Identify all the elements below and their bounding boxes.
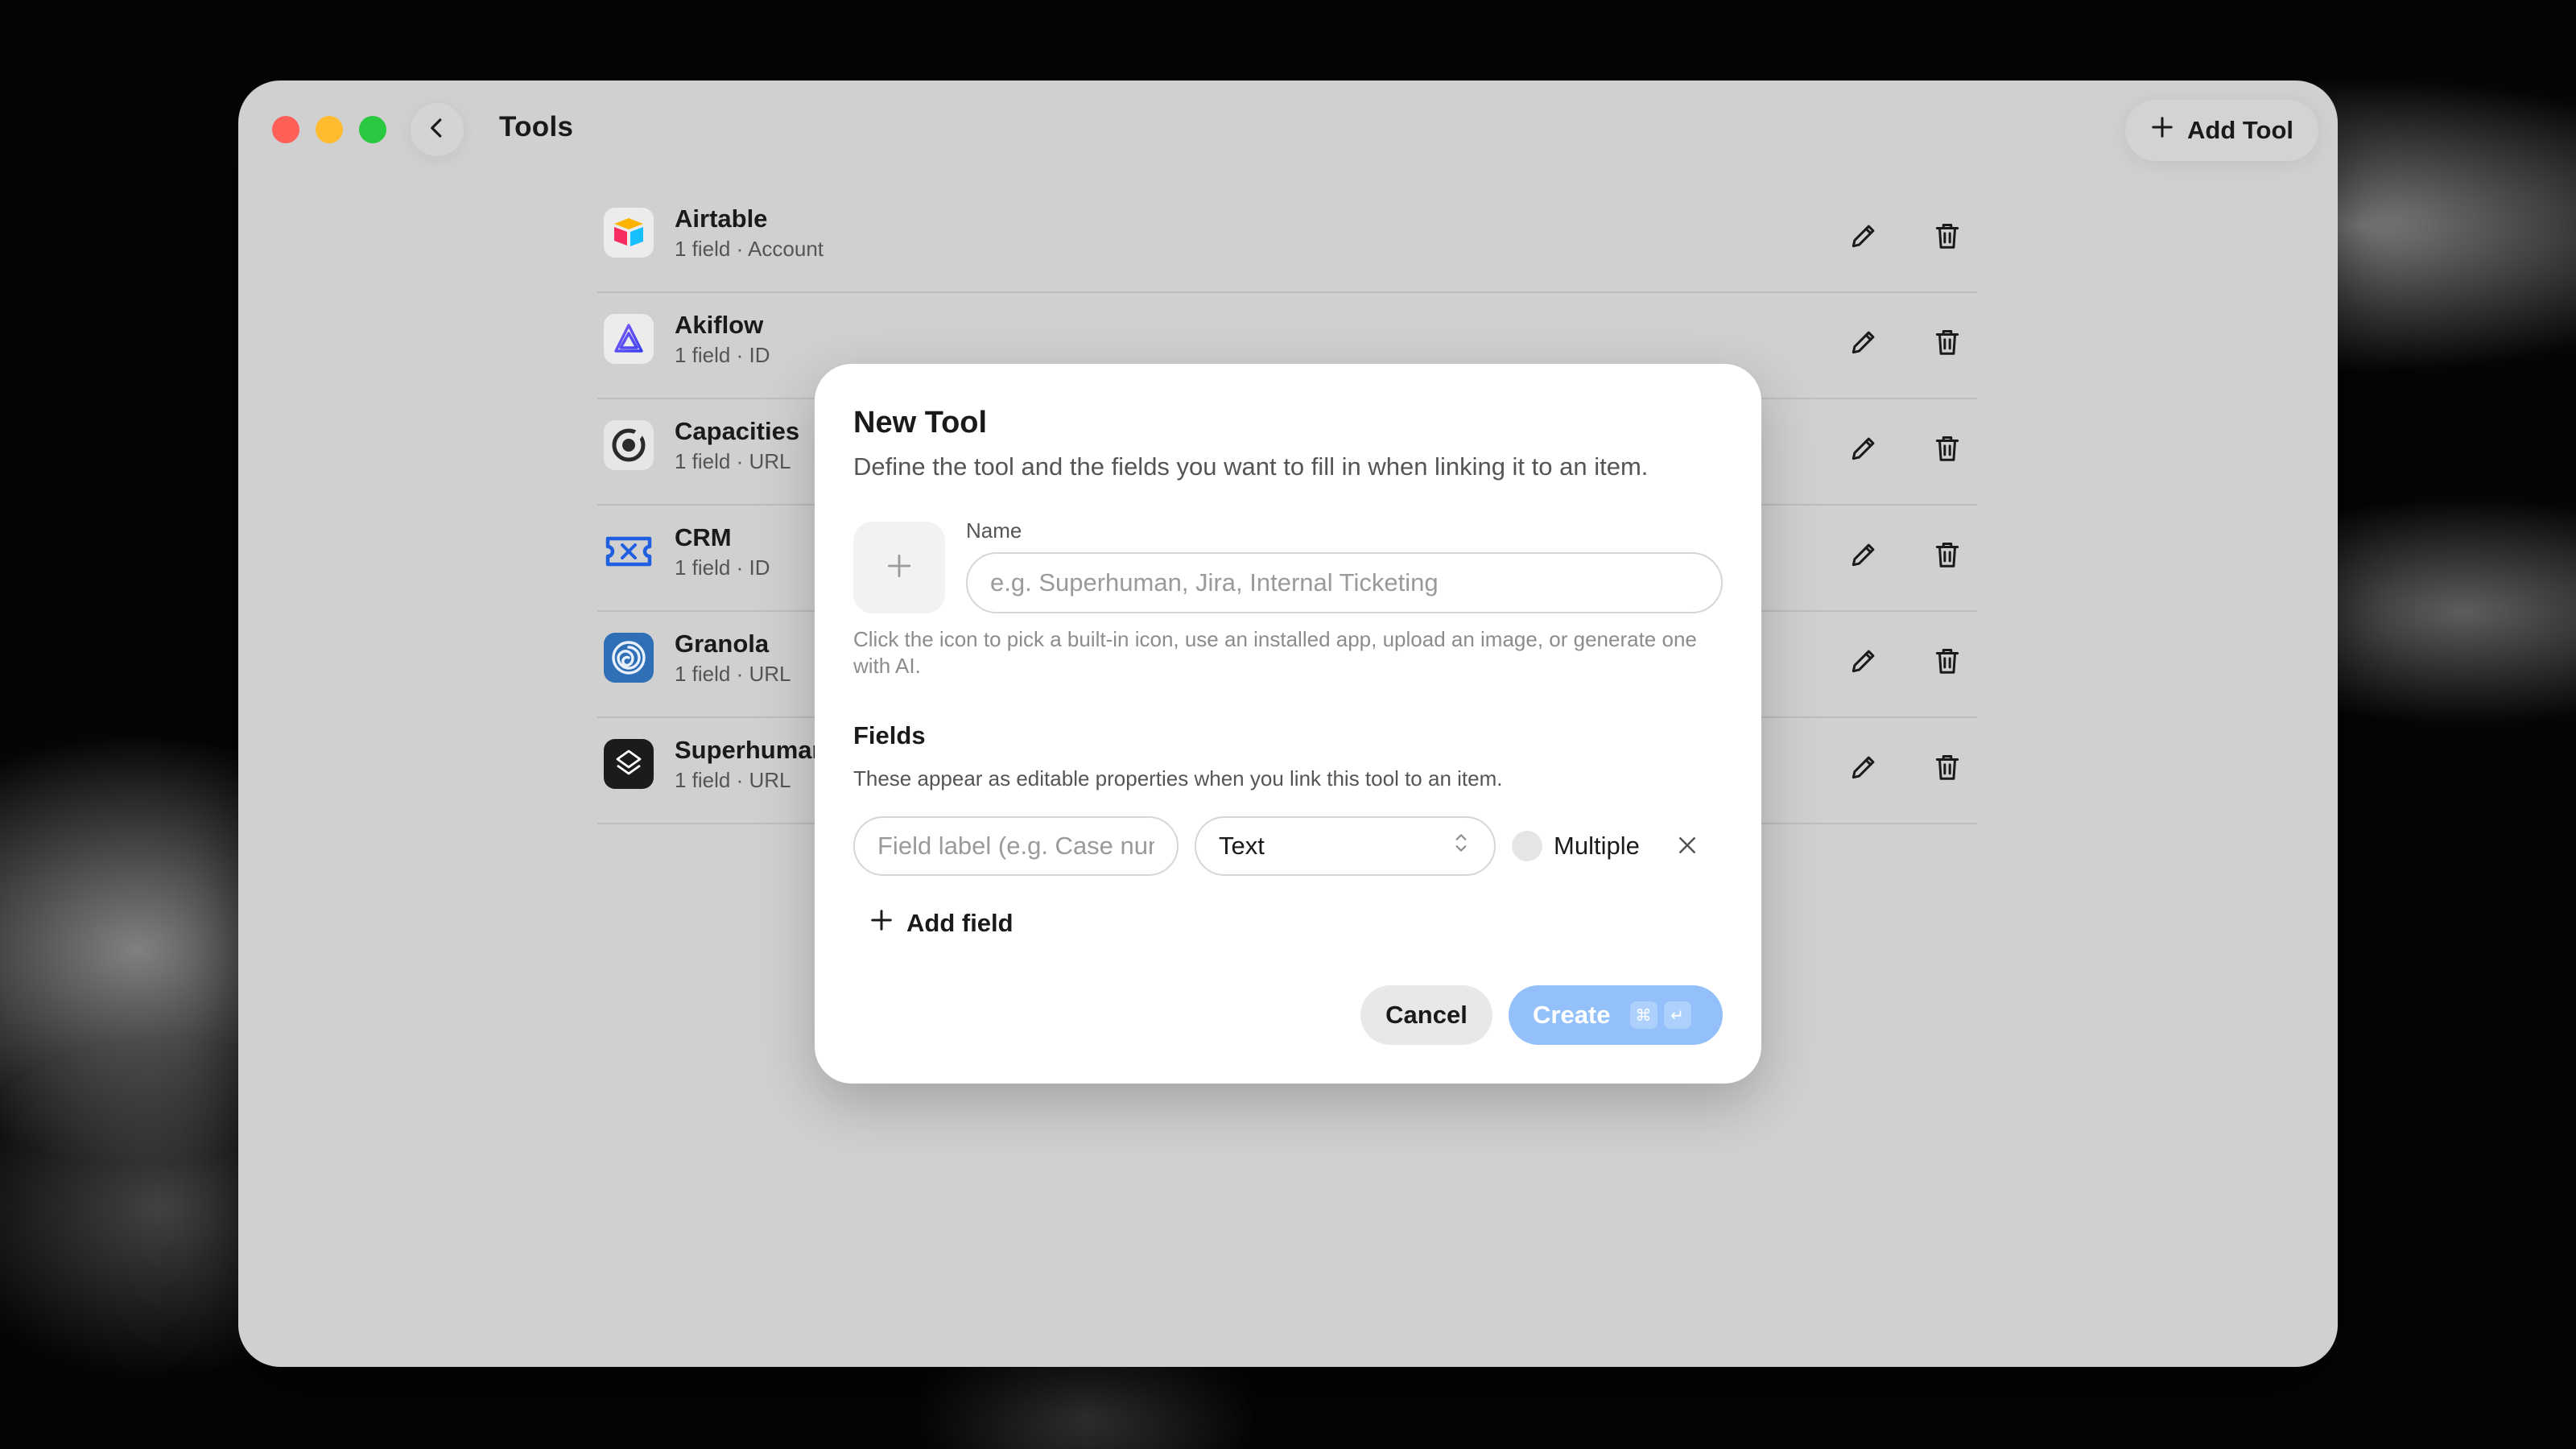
tool-name: CRM — [675, 523, 732, 551]
tool-meta: 1 field · ID — [675, 343, 770, 367]
edit-button[interactable] — [1842, 641, 1885, 684]
chevron-left-icon — [425, 116, 449, 144]
minimize-window-button[interactable] — [316, 116, 343, 143]
close-window-button[interactable] — [272, 116, 299, 143]
superhuman-icon — [604, 739, 654, 789]
fields-heading: Fields — [853, 721, 926, 749]
return-key-icon: ↵ — [1663, 1001, 1691, 1029]
tool-meta: 1 field · URL — [675, 768, 791, 792]
cancel-button[interactable]: Cancel — [1360, 985, 1492, 1045]
edit-button[interactable] — [1842, 747, 1885, 791]
tool-meta: 1 field · ID — [675, 555, 770, 580]
keyboard-shortcut: ⌘ ↵ — [1629, 1001, 1691, 1029]
trash-icon — [1932, 433, 1963, 468]
back-button[interactable] — [411, 103, 464, 156]
multiple-toggle[interactable]: Multiple — [1512, 831, 1640, 861]
pencil-icon — [1848, 433, 1879, 468]
field-type-select[interactable]: Text — [1195, 816, 1496, 876]
close-icon — [1675, 833, 1699, 861]
trash-icon — [1932, 752, 1963, 786]
tool-name: Airtable — [675, 204, 768, 233]
tool-name: Capacities — [675, 417, 800, 445]
delete-button[interactable] — [1926, 216, 1969, 259]
ticket-icon — [604, 526, 654, 576]
plus-icon — [2150, 115, 2174, 146]
name-input[interactable] — [966, 552, 1723, 613]
pencil-icon — [1848, 221, 1879, 255]
pencil-icon — [1848, 327, 1879, 361]
command-key-icon: ⌘ — [1629, 1001, 1657, 1029]
plus-icon — [884, 551, 914, 585]
new-tool-dialog: New Tool Define the tool and the fields … — [815, 364, 1761, 1084]
edit-button[interactable] — [1842, 428, 1885, 472]
dialog-title: New Tool — [853, 406, 988, 440]
plus-icon — [869, 908, 894, 939]
create-button[interactable]: Create ⌘ ↵ — [1509, 985, 1723, 1045]
add-tool-label: Add Tool — [2187, 116, 2293, 144]
field-type-value: Text — [1219, 832, 1265, 860]
akiflow-icon — [604, 314, 654, 364]
chevron-updown-icon — [1451, 831, 1472, 861]
tool-meta: 1 field · Account — [675, 237, 824, 261]
trash-icon — [1932, 646, 1963, 680]
name-label: Name — [966, 518, 1022, 543]
tool-meta: 1 field · URL — [675, 449, 791, 473]
tool-name: Superhuman — [675, 736, 828, 764]
icon-helper-text: Click the icon to pick a built-in icon, … — [853, 627, 1697, 678]
field-label-input[interactable] — [853, 816, 1179, 876]
delete-button[interactable] — [1926, 641, 1969, 684]
create-label: Create — [1533, 1001, 1611, 1029]
delete-button[interactable] — [1926, 322, 1969, 365]
tool-meta: 1 field · URL — [675, 662, 791, 686]
remove-field-button[interactable] — [1673, 832, 1702, 861]
delete-button[interactable] — [1926, 747, 1969, 791]
edit-button[interactable] — [1842, 535, 1885, 578]
edit-button[interactable] — [1842, 216, 1885, 259]
tool-name: Granola — [675, 630, 770, 658]
edit-button[interactable] — [1842, 322, 1885, 365]
delete-button[interactable] — [1926, 428, 1969, 472]
tool-row-airtable[interactable]: Airtable 1 field · Account — [597, 187, 1977, 293]
trash-icon — [1932, 327, 1963, 361]
multiple-checkbox[interactable] — [1512, 831, 1542, 861]
trash-icon — [1932, 539, 1963, 574]
pencil-icon — [1848, 539, 1879, 574]
capacities-icon — [604, 420, 654, 470]
trash-icon — [1932, 221, 1963, 255]
fields-description: These appear as editable properties when… — [853, 766, 1503, 791]
granola-icon — [604, 633, 654, 683]
add-tool-button[interactable]: Add Tool — [2125, 100, 2318, 161]
multiple-label: Multiple — [1554, 832, 1640, 860]
maximize-window-button[interactable] — [359, 116, 386, 143]
page-title: Tools — [499, 111, 574, 142]
icon-picker-button[interactable] — [853, 522, 945, 613]
dialog-subtitle: Define the tool and the fields you want … — [853, 452, 1649, 481]
add-field-button[interactable]: Add field — [869, 908, 1013, 939]
delete-button[interactable] — [1926, 535, 1969, 578]
pencil-icon — [1848, 752, 1879, 786]
airtable-icon — [604, 208, 654, 258]
pencil-icon — [1848, 646, 1879, 680]
add-field-label: Add field — [906, 909, 1013, 937]
tool-name: Akiflow — [675, 311, 764, 339]
